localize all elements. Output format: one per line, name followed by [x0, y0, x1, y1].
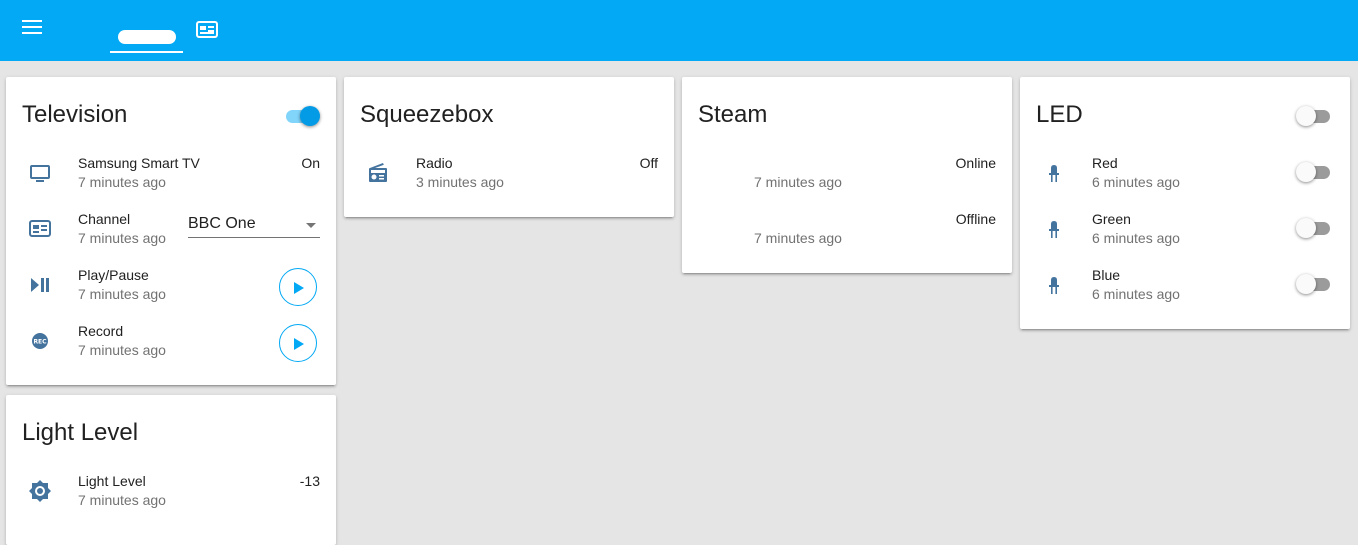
record-rec-icon: REC: [28, 329, 52, 353]
led-icon: [1042, 161, 1066, 185]
record-play-button[interactable]: [279, 324, 317, 362]
entity-state: On: [301, 155, 320, 171]
led-icon: [1042, 217, 1066, 241]
entity-row-led-blue: Blue 6 minutes ago: [1020, 267, 1350, 307]
television-icon: [28, 161, 52, 185]
entity-row-light-level[interactable]: Light Level 7 minutes ago -13: [6, 473, 336, 513]
card-title: Light Level: [22, 419, 139, 446]
led-card-toggle[interactable]: [1296, 106, 1332, 126]
entity-row-led-green: Green 6 minutes ago: [1020, 211, 1350, 251]
entity-name: Radio: [416, 155, 453, 171]
television-card-toggle[interactable]: [284, 106, 320, 126]
entity-state: Offline: [955, 211, 996, 227]
entity-name: Play/Pause: [78, 267, 149, 283]
led-card: LED Red 6 minutes ago Green 6 minutes ag…: [1020, 77, 1350, 329]
entity-time: 6 minutes ago: [1092, 174, 1180, 190]
chevron-down-icon: [306, 223, 316, 228]
entity-time: 7 minutes ago: [754, 174, 842, 190]
svg-text:REC: REC: [33, 339, 47, 346]
entity-state: Off: [639, 155, 658, 171]
card-title: LED: [1036, 101, 1083, 128]
play-button[interactable]: [279, 268, 317, 306]
squeezebox-card: Squeezebox Radio 3 minutes ago Off: [344, 77, 674, 217]
tab-home[interactable]: [110, 20, 183, 53]
entity-row-record: REC Record 7 minutes ago: [6, 323, 336, 363]
card-title: Squeezebox: [360, 101, 494, 128]
channel-select-value: BBC One: [188, 215, 256, 232]
led-red-toggle[interactable]: [1296, 162, 1332, 182]
entity-time: 7 minutes ago: [78, 286, 166, 302]
light-level-card: Light Level Light Level 7 minutes ago -1…: [6, 395, 336, 545]
entity-row-led-red: Red 6 minutes ago: [1020, 155, 1350, 195]
television-card: Television Samsung Smart TV 7 minutes ag…: [6, 77, 336, 385]
led-blue-toggle[interactable]: [1296, 274, 1332, 294]
entity-time: 7 minutes ago: [78, 342, 166, 358]
entity-row-radio[interactable]: Radio 3 minutes ago Off: [344, 155, 674, 195]
entity-time: 3 minutes ago: [416, 174, 504, 190]
entity-time: 6 minutes ago: [1092, 230, 1180, 246]
menu-icon[interactable]: [22, 20, 44, 38]
card-title: Television: [22, 101, 128, 128]
entity-name: Light Level: [78, 473, 146, 489]
play-pause-icon: [28, 273, 52, 297]
entity-time: 7 minutes ago: [754, 230, 842, 246]
entity-time: 6 minutes ago: [1092, 286, 1180, 302]
entity-state: Online: [955, 155, 996, 171]
entity-time: 7 minutes ago: [78, 492, 166, 508]
entity-name: Record: [78, 323, 124, 339]
entity-row-samsung-tv[interactable]: Samsung Smart TV 7 minutes ago On: [6, 155, 336, 195]
entity-name: Samsung Smart TV: [78, 155, 200, 171]
top-app-bar: [0, 0, 1358, 61]
led-green-toggle[interactable]: [1296, 218, 1332, 238]
entity-row-steam-offline[interactable]: 7 minutes ago Offline: [682, 211, 1012, 251]
television-guide-icon: [28, 217, 52, 241]
led-icon: [1042, 273, 1066, 297]
radio-icon: [366, 161, 390, 185]
steam-card: Steam 7 minutes ago Online 7 minutes ago…: [682, 77, 1012, 273]
entity-name: Green: [1092, 211, 1131, 227]
redacted-tab-label: [118, 30, 176, 44]
entity-time: 7 minutes ago: [78, 174, 166, 190]
entity-name: Red: [1092, 155, 1118, 171]
entity-row-play-pause: Play/Pause 7 minutes ago: [6, 267, 336, 307]
card-title: Steam: [698, 101, 768, 128]
entity-name: Channel: [78, 211, 131, 227]
entity-row-steam-online[interactable]: 7 minutes ago Online: [682, 155, 1012, 195]
entity-name: Blue: [1092, 267, 1121, 283]
channel-select[interactable]: BBC One: [188, 211, 320, 238]
brightness-icon: [28, 479, 52, 503]
television-guide-icon[interactable]: [196, 20, 218, 40]
entity-row-channel: Channel 7 minutes ago BBC One: [6, 211, 336, 251]
entity-state: -13: [299, 473, 320, 489]
entity-time: 7 minutes ago: [78, 230, 166, 246]
